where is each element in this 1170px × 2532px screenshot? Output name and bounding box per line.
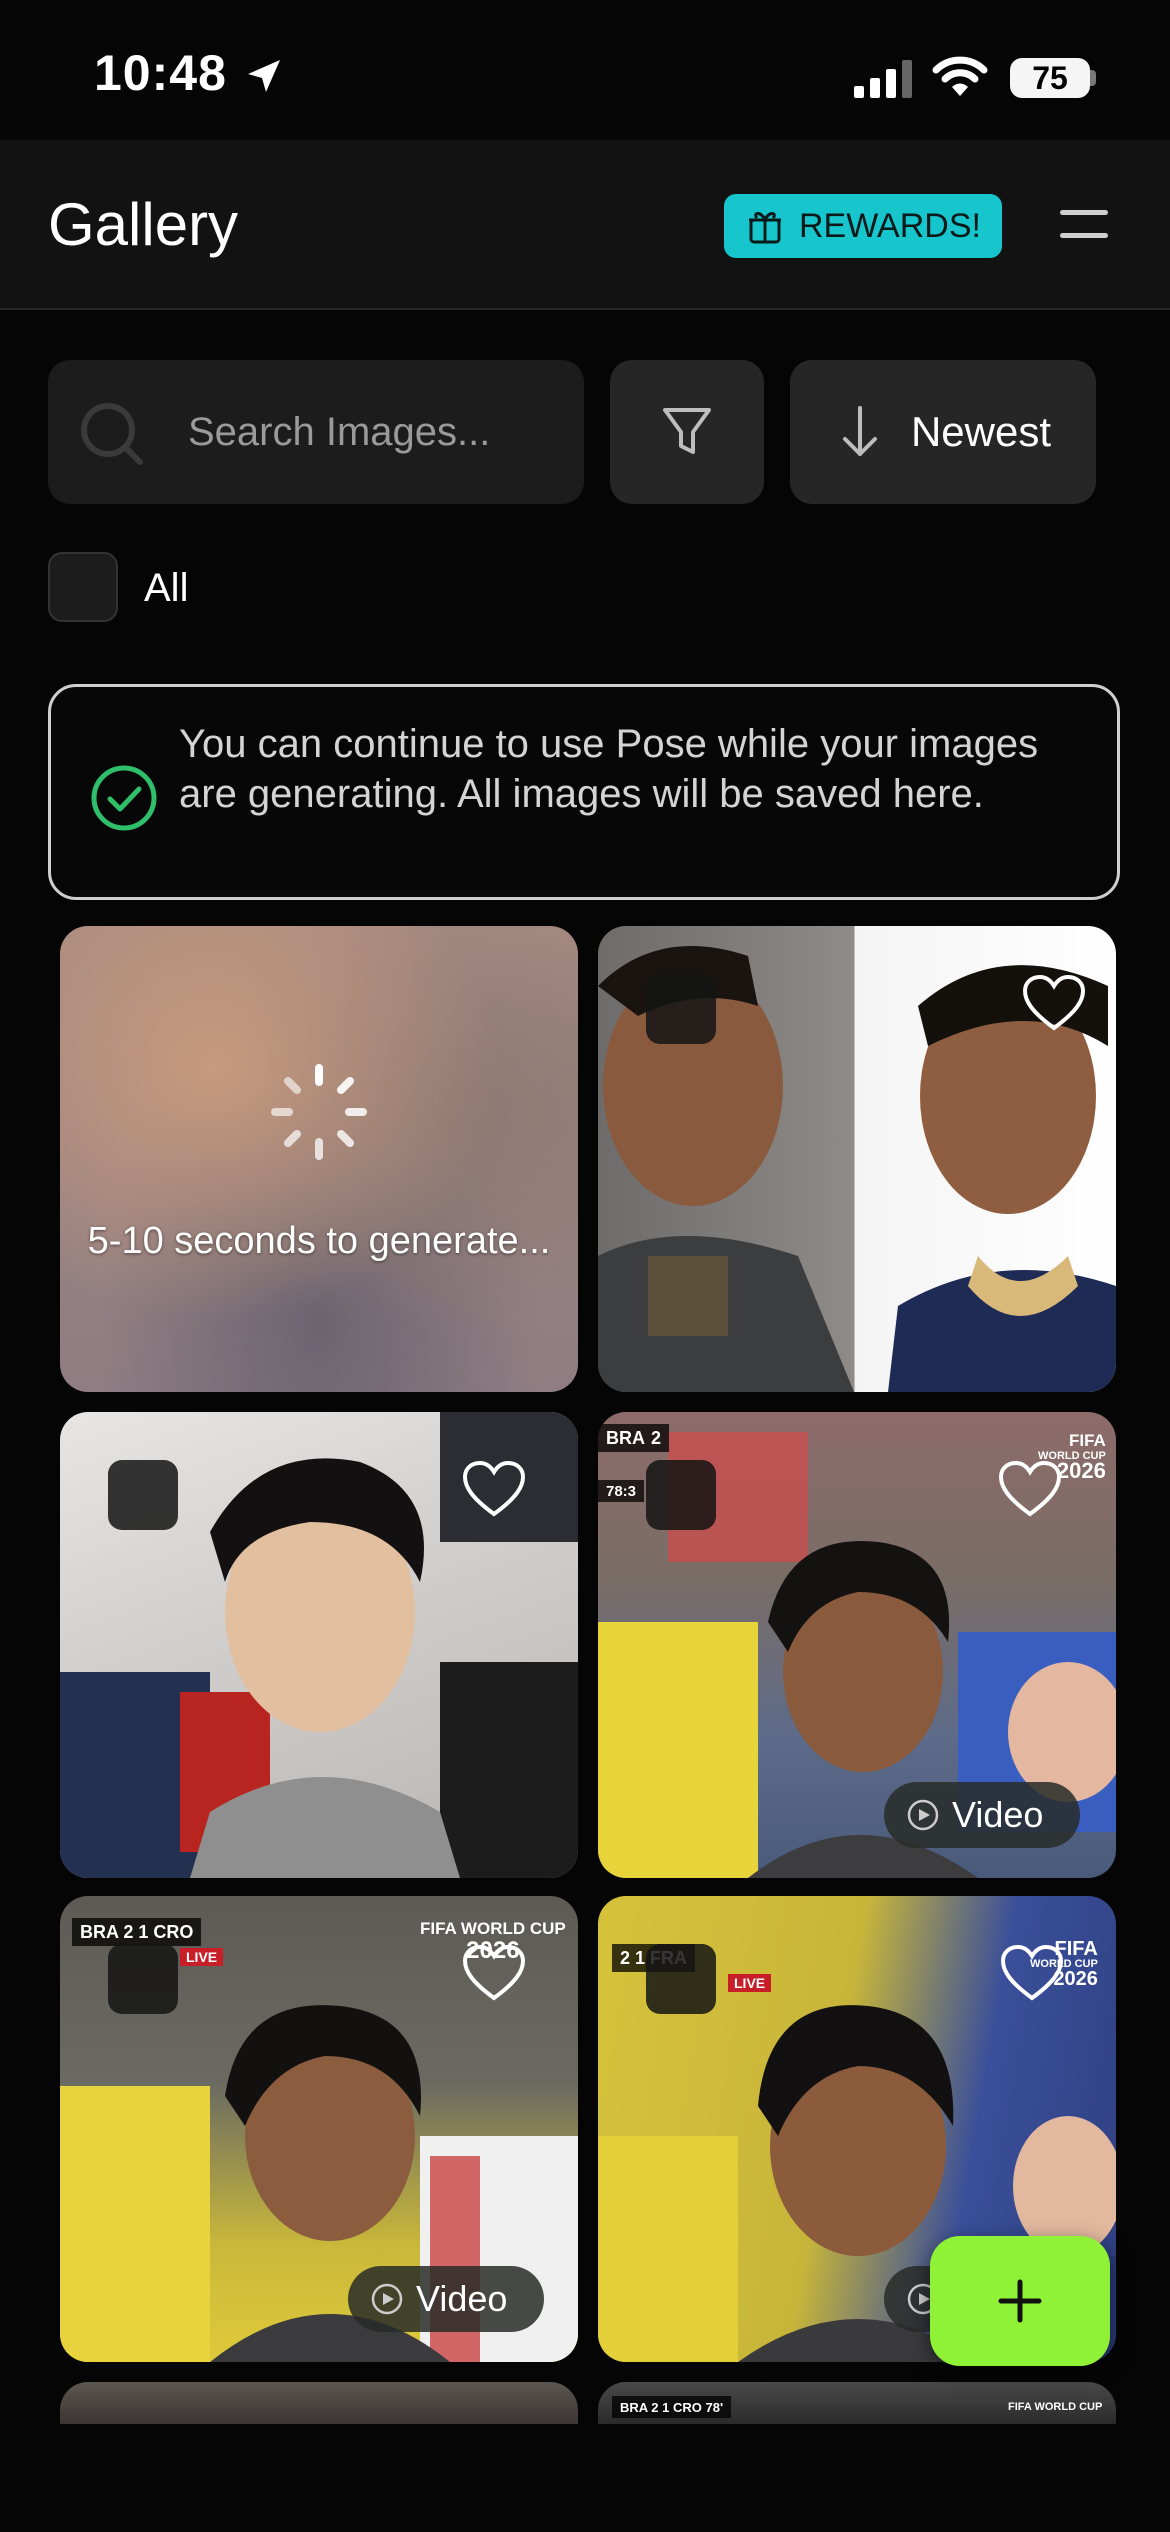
- gallery-tile-video[interactable]: BRA 2 1 CRO LIVE FIFA WORLD CUP 2026 Vid…: [60, 1896, 578, 2362]
- heart-icon[interactable]: [462, 1460, 526, 1518]
- select-all-checkbox[interactable]: [48, 552, 118, 622]
- cellular-signal-icon: [854, 60, 912, 98]
- battery-level: 75: [1032, 59, 1068, 96]
- filter-button[interactable]: [610, 360, 764, 504]
- search-input[interactable]: [188, 360, 568, 504]
- loading-spinner-icon: [271, 1064, 367, 1160]
- tile-select-checkbox[interactable]: [108, 1460, 178, 1530]
- wc-line: FIFA: [1068, 1431, 1106, 1450]
- heart-icon[interactable]: [1022, 974, 1086, 1032]
- location-arrow-icon: [248, 60, 280, 92]
- page-title: Gallery: [48, 191, 239, 258]
- notice-text: You can continue to use Pose while your …: [179, 722, 1039, 816]
- search-box[interactable]: [48, 360, 584, 504]
- gallery-tile-video[interactable]: BRA 2 78:3 FIFA WORLD CUP 2026 Video: [598, 1412, 1116, 1878]
- rewards-button[interactable]: REWARDS!: [724, 194, 1002, 258]
- tile-select-checkbox[interactable]: [646, 1944, 716, 2014]
- tile-select-checkbox[interactable]: [108, 1944, 178, 2014]
- app-header: Gallery REWARDS!: [0, 140, 1170, 310]
- generation-notice: You can continue to use Pose while your …: [48, 684, 1120, 900]
- heart-icon[interactable]: [462, 1944, 526, 2002]
- play-circle-icon: [907, 1799, 939, 1831]
- create-fab-button[interactable]: [930, 2236, 1110, 2366]
- arrow-down-icon: [842, 406, 877, 456]
- video-badge[interactable]: Video: [348, 2266, 544, 2332]
- world-cup-logo-text: FIFA WORLD CUP: [1008, 2401, 1103, 2413]
- heart-icon[interactable]: [998, 1460, 1062, 1518]
- scoreboard-overlay: BRA 2: [598, 1424, 670, 1452]
- heart-icon[interactable]: [1000, 1944, 1064, 2002]
- tile-select-checkbox[interactable]: [646, 974, 716, 1044]
- wifi-icon: [932, 56, 988, 96]
- score-value: 2: [651, 1427, 662, 1448]
- live-badge: LIVE: [180, 1948, 224, 1966]
- gallery-tile-partial[interactable]: BRA 2 1 CRO 78' FIFA WORLD CUP: [598, 2382, 1116, 2424]
- sort-label: Newest: [910, 408, 1052, 455]
- video-label: Video: [952, 1794, 1044, 1835]
- status-bar: 10:48 75: [0, 0, 1170, 140]
- scoreboard-overlay: BRA 2 1 CRO 78': [612, 2396, 732, 2418]
- score-team: BRA: [606, 1427, 645, 1448]
- gallery-tile-partial[interactable]: [60, 2382, 578, 2424]
- generating-text: 5-10 seconds to generate...: [87, 1220, 551, 1262]
- gallery-tile-generating: 5-10 seconds to generate...: [60, 926, 578, 1392]
- select-all-label: All: [144, 566, 189, 610]
- filter-icon: [663, 408, 711, 454]
- video-badge[interactable]: Video: [884, 1782, 1080, 1848]
- tile-select-checkbox[interactable]: [646, 1460, 716, 1530]
- battery-cap: [1090, 70, 1096, 86]
- gallery-tile[interactable]: [60, 1412, 578, 1878]
- gift-icon: [749, 212, 781, 244]
- gallery-tile[interactable]: [598, 926, 1116, 1392]
- rewards-label: REWARDS!: [799, 206, 981, 245]
- scoreboard-overlay: BRA 2 1 CRO: [72, 1918, 202, 1946]
- check-circle-icon: [91, 765, 157, 831]
- search-icon: [81, 403, 143, 465]
- wc-line: FIFA WORLD CUP: [420, 1919, 566, 1938]
- sort-button[interactable]: Newest: [790, 360, 1096, 504]
- video-label: Video: [416, 2278, 508, 2319]
- menu-icon[interactable]: [1058, 204, 1110, 244]
- play-circle-icon: [371, 2283, 403, 2315]
- status-time: 10:48: [94, 45, 227, 101]
- live-badge: LIVE: [728, 1974, 772, 1992]
- battery-indicator: 75: [1010, 58, 1090, 98]
- plus-icon: [998, 2279, 1042, 2323]
- match-time: 78:3: [598, 1480, 645, 1502]
